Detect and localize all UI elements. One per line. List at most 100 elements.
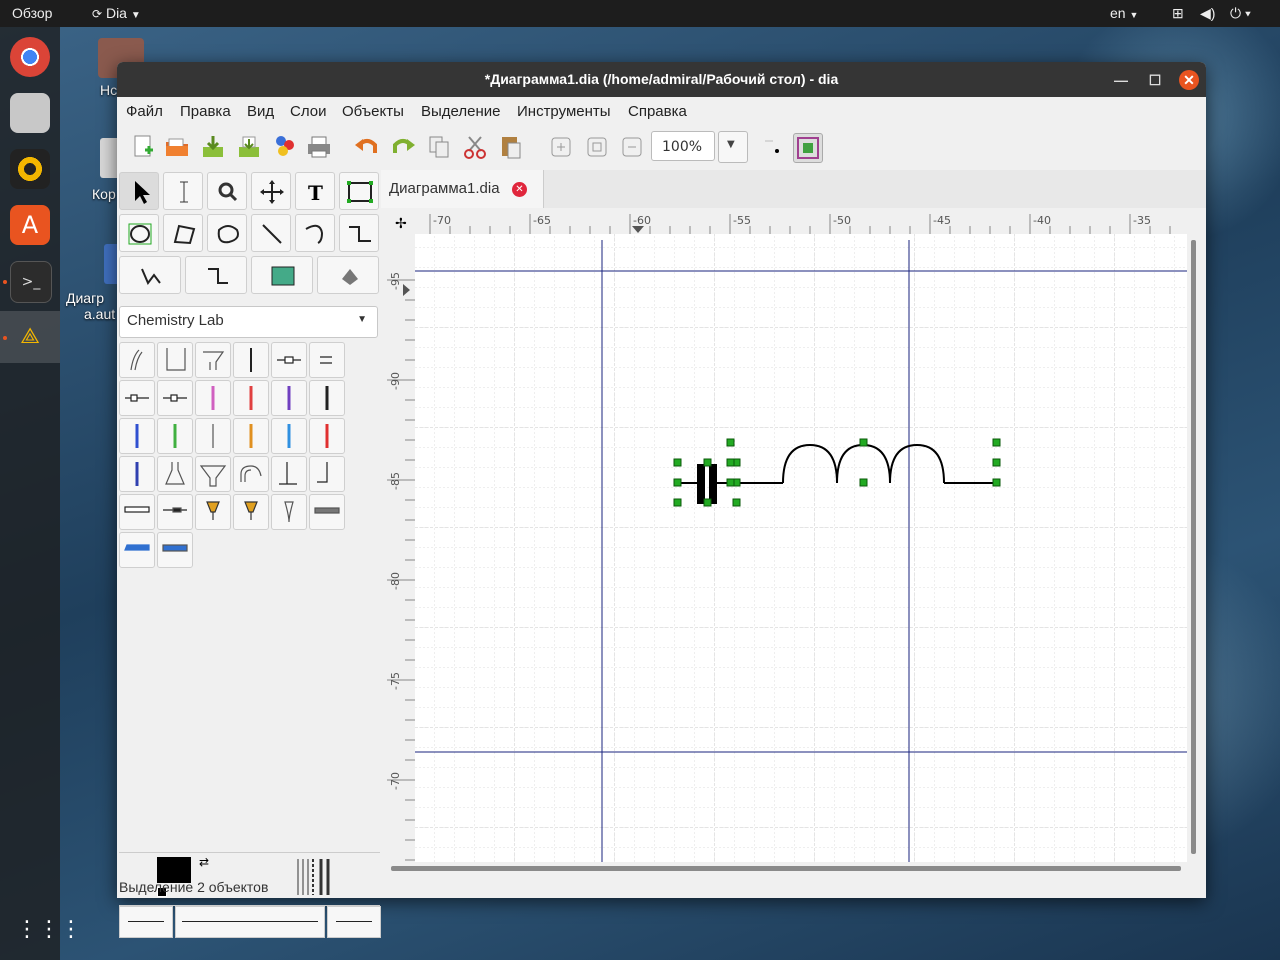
outline-tool[interactable] [317,256,379,294]
rhythmbox-icon[interactable] [10,149,50,189]
zoom-fit-icon[interactable] [583,133,611,161]
show-apps-icon[interactable]: ⋮⋮⋮ [16,917,82,945]
software-center-icon[interactable]: A [10,205,50,245]
box-tool[interactable] [339,172,379,210]
menu-select[interactable]: Выделение [421,103,500,120]
ruler-label: -90 [389,372,402,390]
svg-text:T: T [308,181,323,205]
power-icon[interactable]: ⏻ ▾ [1230,5,1251,22]
horizontal-scrollbar[interactable] [391,866,1181,871]
image-tool[interactable] [251,256,313,294]
vertical-scrollbar[interactable] [1191,240,1196,854]
polyline-tool[interactable] [119,256,181,294]
sheet-selected-label: Chemistry Lab [127,312,224,329]
desktop-icon-label: a.aut [84,306,116,322]
text-tool[interactable]: T [295,172,335,210]
open-icon[interactable] [163,133,191,161]
app-menu[interactable]: ⟳ Dia ▼ [92,5,141,21]
line-style-selector[interactable] [175,906,325,938]
maximize-icon[interactable]: ☐ [1145,70,1165,90]
ruler-label: -75 [389,672,402,690]
ruler-label: -45 [933,214,951,227]
menu-file[interactable]: Файл [126,103,163,120]
arc-tool[interactable] [295,214,335,252]
tab-label: Диаграмма1.dia [389,180,500,197]
cut-icon[interactable] [461,133,489,161]
files-icon[interactable] [10,93,50,133]
chrome-icon[interactable] [10,37,50,77]
dia-window: *Диаграмма1.dia (/home/admiral/Рабочий с… [117,62,1206,938]
snap-to-grid-icon[interactable] [761,133,789,161]
app-menu-label: Dia [105,5,127,21]
main-toolbar: 100% ▼ [117,125,1206,170]
menu-edit[interactable]: Правка [180,103,231,120]
tab-bar: Диаграмма1.dia ✕ [381,170,1206,208]
bezier-tool[interactable] [185,256,247,294]
ruler-label: -70 [389,772,402,790]
dia-icon[interactable]: ⟁ [10,317,50,357]
tab-diagram1[interactable]: Диаграмма1.dia ✕ [381,170,544,208]
menu-layers[interactable]: Слои [290,103,326,120]
arrow-start-selector[interactable] [119,906,173,938]
save-as-icon[interactable] [235,133,263,161]
line-tool[interactable] [251,214,291,252]
chevron-down-icon: ▼ [727,139,735,150]
desktop-icon-label: Кор [92,186,116,202]
print-icon[interactable] [305,133,333,161]
ruler-label: -70 [433,214,451,227]
chevron-down-icon: ▼ [1129,10,1139,20]
undo-icon[interactable] [353,133,381,161]
desktop-icon-label: Диагр [66,290,104,306]
language-indicator[interactable]: en ▼ [1110,5,1138,21]
magnify-tool[interactable] [207,172,247,210]
chevron-down-icon: ▼ [130,10,141,21]
status-bar: Выделение 2 объектов [119,879,269,895]
chevron-down-icon: ▼ [357,314,367,325]
toolbox: T Chemistry Lab ▼ ⇄ [117,170,381,938]
diagram-canvas[interactable]: ✢ -70 -65 -60 -55 -50 -45 -40 -35 -95 -9… [381,208,1206,880]
swap-colors-icon[interactable]: ⇄ [199,855,209,869]
copy-icon[interactable] [425,133,453,161]
ellipse-tool[interactable] [119,214,159,252]
zigzag-tool[interactable] [339,214,379,252]
ruler-label: -85 [389,472,402,490]
ruler-label: -50 [833,214,851,227]
arrow-end-selector[interactable] [327,906,381,938]
ruler-corner-icon[interactable]: ✢ [395,216,407,232]
ruler-label: -55 [733,214,751,227]
running-indicator [3,280,7,284]
menu-tools[interactable]: Инструменты [517,103,611,120]
zoom-out-icon[interactable] [618,133,646,161]
menu-view[interactable]: Вид [247,103,274,120]
ruler-label: -65 [533,214,551,227]
title-bar[interactable]: *Диаграмма1.dia (/home/admiral/Рабочий с… [117,62,1206,97]
volume-icon[interactable]: ◀) [1200,5,1215,22]
zoom-input[interactable]: 100% [651,131,715,161]
snap-to-objects-icon[interactable] [793,133,823,163]
text-edit-tool[interactable] [163,172,203,210]
menu-objects[interactable]: Объекты [342,103,404,120]
beziergon-tool[interactable] [207,214,247,252]
new-document-icon[interactable] [129,133,157,161]
paste-icon[interactable] [497,133,525,161]
running-indicator [3,336,7,340]
zoom-in-icon[interactable] [547,133,575,161]
sheet-selector[interactable]: Chemistry Lab ▼ [119,306,378,338]
save-icon[interactable] [199,133,227,161]
scroll-tool[interactable] [251,172,291,210]
zoom-dropdown[interactable]: ▼ [718,131,748,163]
close-icon[interactable]: ✕ [1179,70,1199,90]
minimize-icon[interactable]: — [1111,70,1131,90]
line-width-icon[interactable] [295,857,337,897]
export-icon[interactable] [271,133,299,161]
activities-button[interactable]: Обзор [12,5,52,21]
ruler-label: -80 [389,572,402,590]
network-icon[interactable]: ⊞ [1172,5,1184,22]
tab-close-icon[interactable]: ✕ [512,182,527,197]
terminal-icon[interactable]: >_ [10,261,52,303]
menu-help[interactable]: Справка [628,103,687,120]
dock: A >_ ⟁ ⋮⋮⋮ [0,27,82,960]
redo-icon[interactable] [389,133,417,161]
polygon-tool[interactable] [163,214,203,252]
pointer-tool[interactable] [119,172,159,210]
